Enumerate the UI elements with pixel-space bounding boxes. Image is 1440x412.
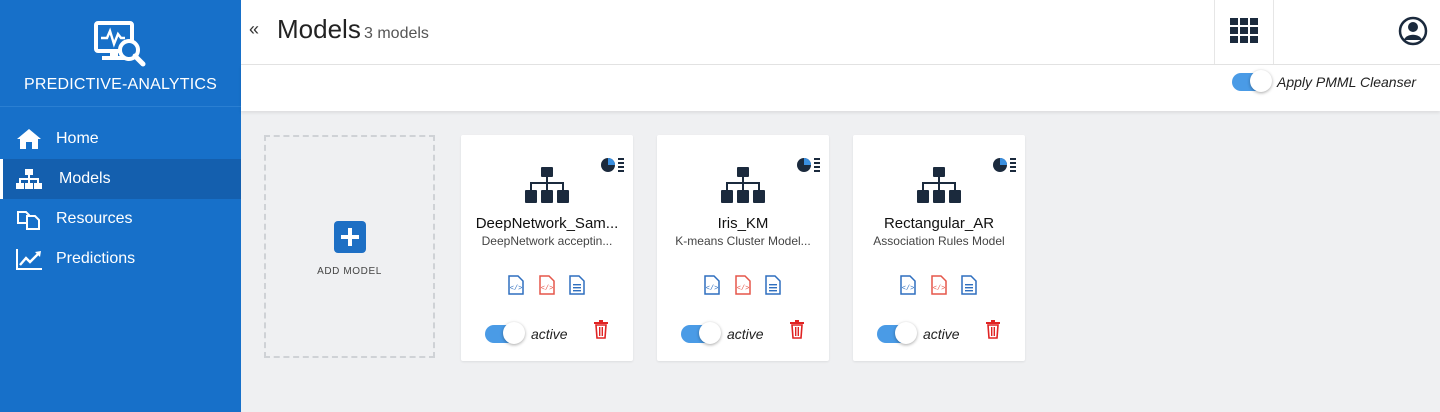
add-model-card[interactable]: ADD MODEL — [264, 135, 435, 358]
svg-text:</>: </> — [933, 285, 946, 293]
model-card[interactable]: DeepNetwork_Sam... DeepNetwork acceptin.… — [461, 135, 633, 361]
toggle-knob — [699, 322, 721, 344]
code-file-icon[interactable]: </> — [508, 275, 524, 295]
page-title: Models — [277, 14, 361, 44]
sidebar-item-home[interactable]: Home — [0, 119, 241, 159]
code-file-icon[interactable]: </> — [704, 275, 720, 295]
model-description: DeepNetwork acceptin... — [481, 234, 613, 248]
brand-name: PREDICTIVE-ANALYTICS — [23, 76, 218, 93]
header: « Models 3 models — [241, 0, 1440, 65]
model-description: Association Rules Model — [873, 234, 1005, 248]
model-name: Rectangular_AR — [883, 215, 995, 232]
pmml-file-icon[interactable]: </> — [931, 275, 947, 295]
apps-grid-icon — [1230, 18, 1258, 43]
code-file-icon[interactable]: </> — [900, 275, 916, 295]
model-active-toggle[interactable] — [877, 322, 917, 344]
model-name: DeepNetwork_Sam... — [475, 215, 619, 232]
sidebar-item-models[interactable]: Models — [0, 159, 241, 199]
sidebar-item-label: Resources — [56, 210, 133, 227]
sidebar-item-label: Home — [56, 130, 99, 147]
copy-icon — [17, 211, 40, 230]
model-name: Iris_KM — [717, 215, 769, 232]
sidebar-item-label: Models — [59, 170, 111, 187]
line-chart-icon — [16, 249, 42, 270]
model-count: 3 models — [364, 25, 429, 42]
monitor-analytics-icon — [94, 21, 146, 67]
pmml-file-icon[interactable]: </> — [539, 275, 555, 295]
toolbar: Apply PMML Cleanser — [241, 65, 1440, 111]
svg-text:</>: </> — [706, 285, 719, 293]
brand[interactable]: PREDICTIVE-ANALYTICS — [0, 0, 241, 107]
model-status: active — [923, 326, 960, 342]
sitemap-icon — [16, 169, 42, 189]
model-tree-icon — [721, 167, 765, 203]
pie-chart-icon[interactable] — [601, 157, 625, 173]
trash-icon[interactable] — [789, 319, 805, 339]
model-file-actions: </> </> — [704, 275, 784, 297]
pmml-cleanser-toggle[interactable] — [1232, 70, 1272, 92]
pmml-cleanser-label: Apply PMML Cleanser — [1277, 74, 1417, 90]
model-description: K-means Cluster Model... — [675, 234, 811, 248]
text-file-icon[interactable] — [765, 275, 781, 295]
toggle-knob — [895, 322, 917, 344]
model-active-toggle[interactable] — [681, 322, 721, 344]
model-card[interactable]: Rectangular_AR Association Rules Model <… — [853, 135, 1025, 361]
apps-grid-button[interactable] — [1214, 0, 1274, 64]
pie-chart-icon[interactable] — [797, 157, 821, 173]
model-status: active — [727, 326, 764, 342]
model-status: active — [531, 326, 568, 342]
model-tree-icon — [525, 167, 569, 203]
sidebar-item-label: Predictions — [56, 250, 136, 267]
model-tree-icon — [917, 167, 961, 203]
user-circle-icon[interactable] — [1398, 16, 1428, 46]
sidebar-item-predictions[interactable]: Predictions — [0, 239, 241, 279]
collapse-sidebar-button[interactable]: « — [249, 19, 259, 40]
plus-square-icon — [334, 221, 366, 253]
model-active-toggle[interactable] — [485, 322, 525, 344]
pmml-file-icon[interactable]: </> — [735, 275, 751, 295]
model-file-actions: </> </> — [508, 275, 588, 297]
model-card[interactable]: Iris_KM K-means Cluster Model... </> </>… — [657, 135, 829, 361]
trash-icon[interactable] — [593, 319, 609, 339]
svg-text:</>: </> — [902, 285, 915, 293]
text-file-icon[interactable] — [569, 275, 585, 295]
svg-text:</>: </> — [541, 285, 554, 293]
home-icon — [17, 129, 41, 149]
toggle-knob — [1250, 70, 1272, 92]
trash-icon[interactable] — [985, 319, 1001, 339]
sidebar-item-resources[interactable]: Resources — [0, 199, 241, 239]
add-model-label: ADD MODEL — [317, 266, 382, 277]
model-file-actions: </> </> — [900, 275, 980, 297]
sidebar: PREDICTIVE-ANALYTICS Home Models Resourc… — [0, 0, 241, 412]
text-file-icon[interactable] — [961, 275, 977, 295]
svg-text:</>: </> — [510, 285, 523, 293]
svg-text:</>: </> — [737, 285, 750, 293]
pie-chart-icon[interactable] — [993, 157, 1017, 173]
toggle-knob — [503, 322, 525, 344]
